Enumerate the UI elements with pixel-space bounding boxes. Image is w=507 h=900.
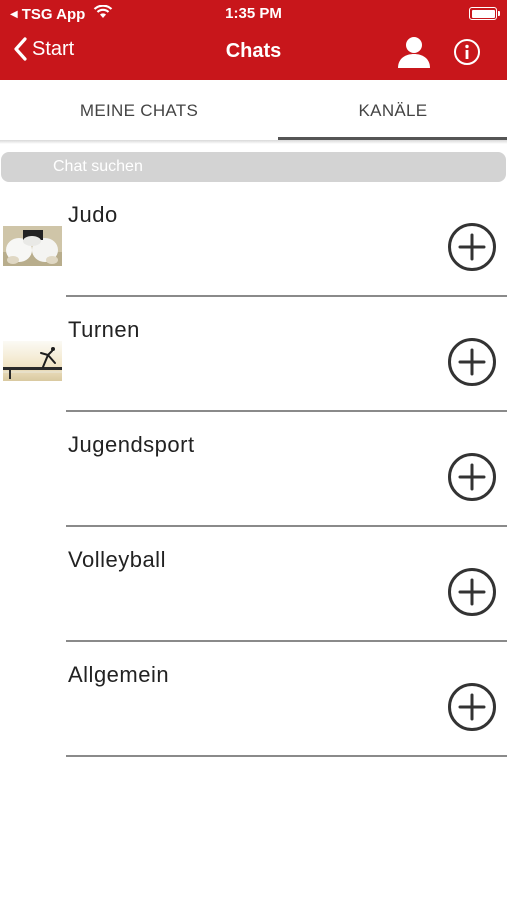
channel-name: Volleyball xyxy=(68,547,166,572)
plus-circle-icon xyxy=(448,223,496,271)
status-bar: ◀ TSG App 1:35 PM xyxy=(0,0,507,28)
app-header: ◀ TSG App 1:35 PM Start Chats xyxy=(0,0,507,80)
battery-icon xyxy=(469,7,500,20)
judo-thumbnail xyxy=(3,226,62,266)
channel-name: Allgemein xyxy=(68,662,170,687)
tab-kanaele[interactable]: KANÄLE xyxy=(268,80,507,142)
add-channel-button[interactable] xyxy=(447,337,497,387)
tab-meine-chats[interactable]: MEINE CHATS xyxy=(14,80,264,142)
profile-button[interactable] xyxy=(396,36,432,68)
channel-name: Turnen xyxy=(68,317,140,342)
channel-row-turnen[interactable]: Turnen xyxy=(0,297,507,412)
add-channel-button[interactable] xyxy=(447,567,497,617)
add-channel-button[interactable] xyxy=(447,682,497,732)
add-channel-button[interactable] xyxy=(447,222,497,272)
channel-row-judo[interactable]: Judo xyxy=(0,182,507,297)
row-divider xyxy=(66,755,507,757)
plus-circle-icon xyxy=(448,568,496,616)
gymnastics-thumbnail xyxy=(3,341,62,381)
channel-list: Judo Turnen Jugendsport Volleyball Allge… xyxy=(0,182,507,757)
info-icon xyxy=(454,39,480,65)
channel-row-allgemein[interactable]: Allgemein xyxy=(0,642,507,757)
profile-icon xyxy=(398,37,430,68)
plus-circle-icon xyxy=(448,338,496,386)
plus-circle-icon xyxy=(448,453,496,501)
info-button[interactable] xyxy=(453,38,481,66)
channel-row-volleyball[interactable]: Volleyball xyxy=(0,527,507,642)
add-channel-button[interactable] xyxy=(447,452,497,502)
channel-name: Jugendsport xyxy=(68,432,195,457)
tab-bar: MEINE CHATS KANÄLE xyxy=(0,80,507,142)
plus-circle-icon xyxy=(448,683,496,731)
channel-row-jugendsport[interactable]: Jugendsport xyxy=(0,412,507,527)
channel-name: Judo xyxy=(68,202,118,227)
search-input[interactable] xyxy=(1,152,506,182)
tab-bar-shadow xyxy=(0,140,507,144)
status-time: 1:35 PM xyxy=(225,5,282,22)
